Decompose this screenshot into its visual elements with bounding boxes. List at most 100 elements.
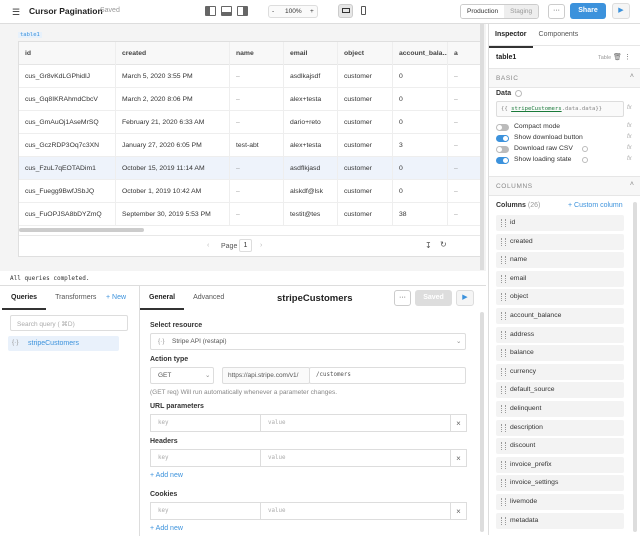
column-header-account-balance[interactable]: account_bala... xyxy=(393,42,448,65)
column-item[interactable]: created xyxy=(496,233,624,250)
fx-icon[interactable]: fx xyxy=(627,134,632,140)
query-list-item[interactable]: {·} stripeCustomers xyxy=(8,336,119,351)
page-number-input[interactable]: 1 xyxy=(239,239,252,252)
table-cell-created[interactable]: March 5, 2020 3:55 PM xyxy=(116,65,230,88)
inspector-scrollbar[interactable] xyxy=(633,202,637,532)
table-cell-email[interactable]: asdflkjasd xyxy=(284,157,338,180)
more-menu-button[interactable]: ··· xyxy=(548,4,565,19)
table-cell-object[interactable]: customer xyxy=(338,134,393,157)
table-cell-account-balance[interactable]: 0 xyxy=(393,111,448,134)
query-more-button[interactable]: ··· xyxy=(394,290,411,306)
table-cell-id[interactable]: cus_Gq8IKRAhmdCbcV xyxy=(19,88,116,111)
share-button[interactable]: Share xyxy=(570,3,606,19)
trash-icon[interactable]: 🗑 xyxy=(613,53,622,61)
table-cell-object[interactable]: customer xyxy=(338,111,393,134)
column-item[interactable]: object xyxy=(496,289,624,306)
zoom-in-button[interactable]: + xyxy=(310,8,314,15)
column-item[interactable]: default_source xyxy=(496,382,624,399)
column-item[interactable]: balance xyxy=(496,345,624,362)
table-cell-email[interactable]: dario+reto xyxy=(284,111,338,134)
add-cookie-button[interactable]: + Add new xyxy=(150,525,183,532)
table-cell-a[interactable]: – xyxy=(448,134,480,157)
toggle-switch[interactable] xyxy=(496,157,509,164)
table-cell-object[interactable]: customer xyxy=(338,180,393,203)
table-cell-object[interactable]: customer xyxy=(338,157,393,180)
table-row[interactable]: cus_Gq8IKRAhmdCbcV March 2, 2020 8:06 PM –… xyxy=(19,88,480,111)
column-header-email[interactable]: email xyxy=(284,42,338,65)
table-cell-name[interactable]: – xyxy=(230,88,284,111)
table-cell-account-balance[interactable]: 38 xyxy=(393,203,448,226)
fx-icon[interactable]: fx xyxy=(627,145,632,151)
horizontal-scrollbar[interactable] xyxy=(19,228,144,232)
search-query-input[interactable]: Search query ( ⌘D) xyxy=(10,315,128,331)
env-staging-button[interactable]: Staging xyxy=(504,5,539,18)
table-cell-account-balance[interactable]: 0 xyxy=(393,88,448,111)
method-select[interactable]: GET ⌄ xyxy=(150,367,214,384)
table-cell-email[interactable]: alskdf@lsk xyxy=(284,180,338,203)
table-row[interactable]: cus_GmAuOj1AseMrSQ February 21, 2020 6:33… xyxy=(19,111,480,134)
table-cell-created[interactable]: October 1, 2019 10:42 AM xyxy=(116,180,230,203)
table-cell-created[interactable]: September 30, 2019 5:53 PM xyxy=(116,203,230,226)
table-cell-object[interactable]: customer xyxy=(338,88,393,111)
table-cell-created[interactable]: March 2, 2020 8:06 PM xyxy=(116,88,230,111)
column-header-created[interactable]: created xyxy=(116,42,230,65)
column-item[interactable]: metadata xyxy=(496,512,624,529)
table-cell-name[interactable]: test-abt xyxy=(230,134,284,157)
table-cell-object[interactable]: customer xyxy=(338,203,393,226)
run-query-button[interactable]: ▶ xyxy=(456,290,474,306)
table-cell-a[interactable]: – xyxy=(448,157,480,180)
column-item[interactable]: address xyxy=(496,326,624,343)
column-item[interactable]: currency xyxy=(496,363,624,380)
resource-select[interactable]: {·} Stripe API (restapi) ⌄ xyxy=(150,333,466,350)
tab-general[interactable]: General xyxy=(140,286,185,310)
column-item[interactable]: account_balance xyxy=(496,308,624,324)
basic-section-header[interactable]: BASIC ˄ xyxy=(489,68,640,88)
table-row[interactable]: cus_Fuegg9BwfJSbJQ October 1, 2019 10:42 … xyxy=(19,180,480,203)
fx-icon[interactable]: fx xyxy=(627,123,632,129)
column-item[interactable]: invoice_settings xyxy=(496,475,624,492)
column-header-a[interactable]: a xyxy=(448,42,480,65)
header-value-input[interactable]: value xyxy=(260,449,450,467)
column-item[interactable]: livemode xyxy=(496,494,624,510)
prev-page-icon[interactable]: ‹ xyxy=(207,242,209,249)
table-cell-created[interactable]: January 27, 2020 6:05 PM xyxy=(116,134,230,157)
layout-left-icon[interactable] xyxy=(205,6,216,16)
table-cell-a[interactable]: – xyxy=(448,180,480,203)
table-cell-created[interactable]: October 15, 2019 11:14 AM xyxy=(116,157,230,180)
download-icon[interactable]: ↧ xyxy=(425,241,432,250)
toggle-switch[interactable] xyxy=(496,135,509,142)
url-param-key-input[interactable]: key xyxy=(150,414,260,432)
columns-section-header[interactable]: COLUMNS ˄ xyxy=(489,176,640,196)
table-row[interactable]: cus_FuOPJSA8bDYZmQ September 30, 2019 5:5… xyxy=(19,203,480,226)
table-cell-email[interactable]: testit@tes xyxy=(284,203,338,226)
table-cell-name[interactable]: – xyxy=(230,65,284,88)
table-cell-name[interactable]: – xyxy=(230,203,284,226)
column-item[interactable]: invoice_prefix xyxy=(496,456,624,473)
column-item[interactable]: discount xyxy=(496,438,624,455)
editor-scrollbar[interactable] xyxy=(480,312,484,532)
menu-icon[interactable]: ☰ xyxy=(12,7,22,17)
tab-transformers[interactable]: Transformers xyxy=(46,286,105,310)
table-cell-id[interactable]: cus_FzuL7qEOTADim1 xyxy=(19,157,116,180)
table-row[interactable]: cus_FzuL7qEOTADim1 October 15, 2019 11:14… xyxy=(19,157,480,180)
column-item[interactable]: description xyxy=(496,419,624,436)
table-cell-account-balance[interactable]: 0 xyxy=(393,180,448,203)
table-cell-object[interactable]: customer xyxy=(338,65,393,88)
saved-button[interactable]: Saved xyxy=(415,290,452,306)
next-page-icon[interactable]: › xyxy=(260,242,262,249)
table-cell-id[interactable]: cus_FuOPJSA8bDYZmQ xyxy=(19,203,116,226)
table-tag[interactable]: table1 xyxy=(18,32,42,38)
table-cell-email[interactable]: asdlkajsdf xyxy=(284,65,338,88)
remove-cookie-icon[interactable]: × xyxy=(450,502,467,520)
cookie-key-input[interactable]: key xyxy=(150,502,260,520)
column-item[interactable]: name xyxy=(496,252,624,269)
table-cell-name[interactable]: – xyxy=(230,157,284,180)
env-production-button[interactable]: Production xyxy=(461,5,505,18)
url-param-value-input[interactable]: value xyxy=(260,414,450,432)
zoom-out-button[interactable]: - xyxy=(272,8,274,15)
tab-advanced[interactable]: Advanced xyxy=(184,286,233,310)
cookie-value-input[interactable]: value xyxy=(260,502,450,520)
table-cell-id[interactable]: cus_GczRDP3Oq7c3XN xyxy=(19,134,116,157)
column-header-name[interactable]: name xyxy=(230,42,284,65)
column-item[interactable]: delinquent xyxy=(496,401,624,417)
